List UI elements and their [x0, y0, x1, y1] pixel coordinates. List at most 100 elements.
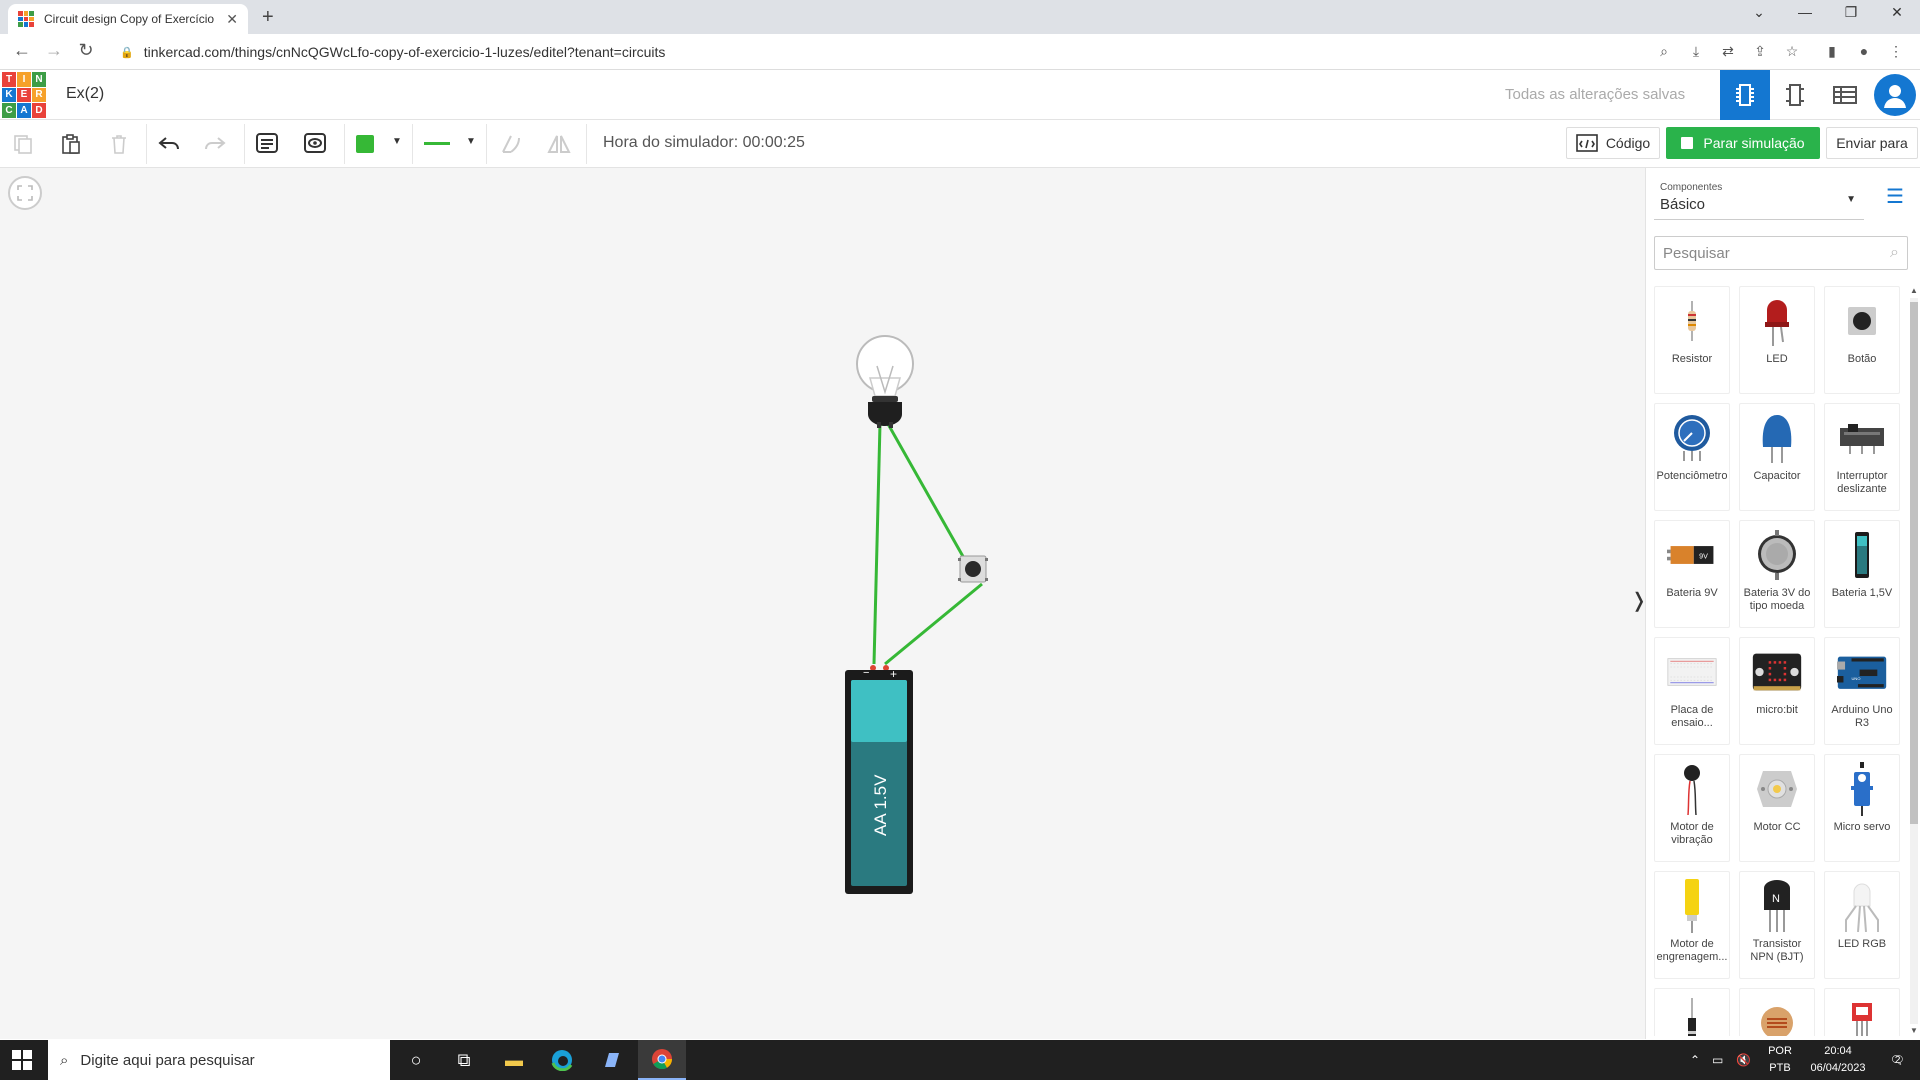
edge-icon[interactable] [538, 1040, 586, 1080]
taskbar-search[interactable]: ⌕ Digite aqui para pesquisar [48, 1040, 390, 1080]
document-title[interactable]: Ex(2) [66, 85, 104, 103]
network-icon[interactable]: ▭ [1712, 1040, 1723, 1080]
component-sensor[interactable] [1824, 988, 1900, 1036]
schematic-view-button[interactable] [1770, 70, 1820, 120]
chevron-down-icon[interactable]: ▼ [466, 136, 476, 147]
install-icon[interactable]: ⤓ [1686, 43, 1706, 60]
component-resistor[interactable]: Resistor [1654, 286, 1730, 394]
collapse-panel-button[interactable]: ❭ [1631, 580, 1648, 620]
component-button[interactable]: Botão [1824, 286, 1900, 394]
component-rgb-led[interactable]: LED RGB [1824, 871, 1900, 979]
component-microbit[interactable]: micro:bit [1739, 637, 1815, 745]
scroll-up-icon[interactable]: ▲ [1910, 286, 1918, 295]
file-explorer-icon[interactable]: ▬ [490, 1040, 538, 1080]
circuit-view-button[interactable] [1720, 70, 1770, 120]
component-arduino[interactable]: UNO Arduino Uno R3 [1824, 637, 1900, 745]
component-search[interactable]: ⌕ [1654, 236, 1908, 270]
chrome-icon[interactable] [638, 1040, 686, 1080]
component-transistor[interactable]: N Transistor NPN (BJT) [1739, 871, 1815, 979]
wire-style-swatch[interactable] [424, 142, 450, 145]
profile-icon[interactable]: ● [1854, 43, 1874, 59]
svg-text:−: − [863, 667, 869, 679]
component-dc-motor[interactable]: Motor CC [1739, 754, 1815, 862]
translate-icon[interactable]: ⇄ [1718, 43, 1738, 60]
copy-button[interactable] [8, 130, 38, 158]
new-tab-button[interactable]: + [262, 6, 274, 29]
search-input[interactable] [1663, 244, 1891, 262]
tab-search-icon[interactable]: ⌄ [1744, 4, 1774, 21]
notes-visibility-button[interactable] [300, 130, 330, 158]
windows-start-icon[interactable] [12, 1050, 32, 1070]
cortana-icon[interactable]: ○ [392, 1040, 440, 1080]
component-slide-switch[interactable]: Interruptor deslizante [1824, 403, 1900, 511]
volume-muted-icon[interactable]: 🔇 [1736, 1040, 1751, 1080]
wire-bulb-to-button[interactable] [886, 423, 967, 561]
send-to-button[interactable]: Enviar para [1826, 127, 1918, 159]
close-window-button[interactable]: ✕ [1882, 4, 1912, 21]
forward-arrow-icon[interactable]: → [42, 40, 66, 61]
side-panel-icon[interactable]: ▮ [1822, 43, 1842, 60]
show-hidden-icons[interactable]: ⌃ [1690, 1040, 1700, 1080]
tinkercad-logo[interactable]: T I N K E R C A D [2, 72, 46, 118]
component-diode[interactable] [1654, 988, 1730, 1036]
delete-button[interactable] [104, 130, 134, 158]
component-battery-1-5v[interactable]: Bateria 1,5V [1824, 520, 1900, 628]
code-button[interactable]: Código [1566, 127, 1660, 159]
component-vibration-motor[interactable]: Motor de vibração [1654, 754, 1730, 862]
rotate-button[interactable] [496, 130, 526, 158]
component-breadboard[interactable]: Placa de ensaio... [1654, 637, 1730, 745]
component-photoresistor[interactable] [1739, 988, 1815, 1036]
taskbar-clock[interactable]: 20:04 06/04/2023 [1808, 1043, 1868, 1077]
browser-tab[interactable]: Circuit design Copy of Exercício ✕ [8, 4, 248, 34]
component-battery-9v[interactable]: 9V Bateria 9V [1654, 520, 1730, 628]
code-icon [1576, 134, 1598, 152]
notes-button[interactable] [252, 130, 282, 158]
undo-button[interactable] [154, 130, 184, 158]
user-avatar[interactable] [1874, 74, 1916, 116]
component-coin-battery[interactable]: Bateria 3V do tipo moeda [1739, 520, 1815, 628]
trash-icon [112, 135, 126, 154]
back-arrow-icon[interactable]: ← [10, 40, 34, 61]
pushbutton[interactable] [958, 555, 988, 583]
light-bulb[interactable] [856, 335, 914, 428]
component-name: LED RGB [1837, 938, 1887, 950]
wire-color-swatch[interactable] [356, 135, 374, 153]
component-potentiometer[interactable]: Potenciômetro [1654, 403, 1730, 511]
restore-button[interactable]: ❐ [1836, 4, 1866, 21]
chevron-down-icon[interactable]: ▼ [392, 136, 402, 147]
minimize-button[interactable]: — [1790, 4, 1820, 20]
paste-button[interactable] [56, 130, 86, 158]
share-icon[interactable]: ⇪ [1750, 43, 1770, 60]
close-tab-icon[interactable]: ✕ [226, 11, 238, 28]
wire-bulb-to-battery[interactable] [872, 423, 882, 665]
browser-menu-icon[interactable]: ⋮ [1886, 43, 1906, 60]
scroll-thumb[interactable] [1910, 302, 1918, 824]
bookmark-star-icon[interactable]: ☆ [1782, 43, 1802, 60]
component-list-button[interactable] [1820, 70, 1870, 120]
component-capacitor[interactable]: Capacitor [1739, 403, 1815, 511]
redo-button[interactable] [200, 130, 230, 158]
input-language[interactable]: POR PTB [1760, 1043, 1800, 1077]
component-gear-motor[interactable]: Motor de engrenagem... [1654, 871, 1730, 979]
url-field[interactable]: 🔒 tinkercad.com/things/cnNcQGWcLfo-copy-… [110, 39, 1670, 65]
flip-button[interactable] [544, 130, 574, 158]
panel-scrollbar[interactable]: ▲ ▼ [1908, 286, 1918, 1036]
list-view-icon[interactable]: ☰ [1886, 184, 1904, 209]
zoom-search-icon[interactable]: ⌕ [1654, 43, 1674, 60]
wire-button-to-battery[interactable] [884, 582, 983, 666]
reload-icon[interactable]: ↻ [74, 40, 98, 61]
notifications-button[interactable]: 🗨 2 [1880, 1040, 1910, 1080]
task-view-icon[interactable]: ⧉ [440, 1040, 488, 1080]
app-icon[interactable] [588, 1040, 636, 1080]
wires[interactable] [872, 423, 983, 666]
stop-simulation-button[interactable]: Parar simulação [1666, 127, 1820, 159]
component-led[interactable]: LED [1739, 286, 1815, 394]
scroll-down-icon[interactable]: ▼ [1910, 1026, 1918, 1035]
toolbar-divider [586, 124, 587, 164]
transistor-letter: N [1772, 893, 1780, 905]
components-select[interactable]: Componentes Básico ▼ [1654, 176, 1864, 220]
component-name: Placa de ensaio... [1670, 704, 1714, 729]
battery-aa[interactable]: − + AA 1.5V [845, 665, 913, 894]
circuit-canvas[interactable]: − + AA 1.5V ❭ [0, 168, 1648, 1039]
component-micro-servo[interactable]: Micro servo [1824, 754, 1900, 862]
